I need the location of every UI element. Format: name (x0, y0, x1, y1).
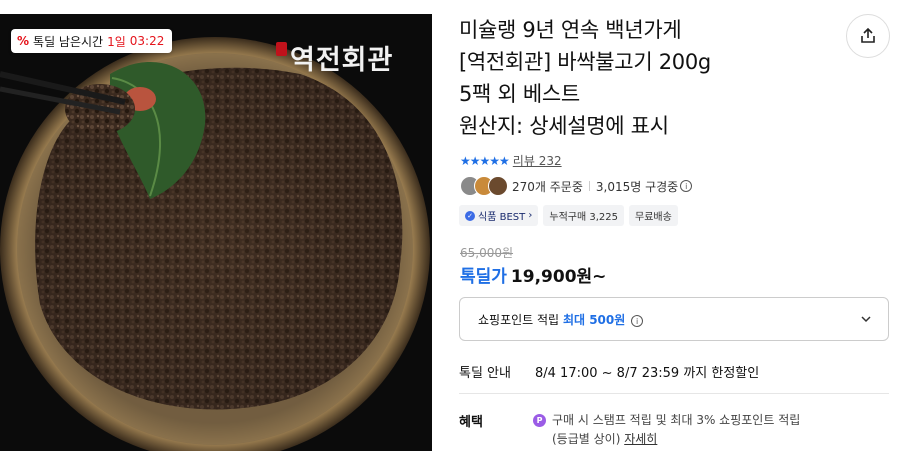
point-icon: P (533, 414, 546, 427)
info-icon[interactable]: i (680, 180, 693, 192)
benefit-line-2-wrap: (등급별 상이) 자세히 (552, 430, 800, 449)
divider (588, 181, 590, 191)
product-page: 역전회관 % 톡딜 남은시간 1일 03:22 미슐랭 9년 연속 백년가게 [… (0, 0, 913, 451)
percent-icon: % (17, 34, 30, 48)
detail-link[interactable]: 자세히 (624, 432, 657, 446)
section-divider (459, 393, 889, 394)
title-line-3: 5팩 외 베스트 (459, 82, 580, 106)
chevron-down-icon (861, 316, 871, 323)
rating-stars: ★★★★★ (460, 153, 510, 168)
sale-price: 19,900원~ (510, 267, 607, 287)
tag-label: 식품 BEST (478, 212, 526, 223)
deal-info-row: 톡딜 안내 8/4 17:00 ~ 8/7 23:59 까지 한정할인 (459, 362, 759, 381)
share-icon (861, 27, 875, 43)
tag-label: 무료배송 (635, 212, 672, 223)
avatar (488, 176, 508, 196)
deal-label: 톡딜 안내 (459, 366, 511, 381)
order-status-row: 270개 주문중 3,015명 구경중 i (460, 176, 693, 196)
best-badge-icon: ✓ (465, 210, 475, 221)
points-dropdown[interactable]: 쇼핑포인트 적립 최대 500원 i (459, 297, 889, 341)
timer-days: 1일 (107, 34, 126, 49)
benefit-content: P 구매 시 스탬프 적립 및 최대 3% 쇼핑포인트 적립 (등급별 상이) … (533, 411, 800, 449)
benefit-line-1: 구매 시 스탬프 적립 및 최대 3% 쇼핑포인트 적립 (552, 413, 801, 427)
share-button[interactable] (846, 14, 890, 58)
timer-time: 03:22 (129, 34, 165, 48)
tag-food-best[interactable]: ✓ 식품 BEST › (459, 205, 539, 226)
sale-price-row: 톡딜가 19,900원~ (460, 262, 606, 287)
buyer-avatars (460, 176, 508, 196)
brand-seal-icon (276, 42, 287, 56)
sale-label: 톡딜가 (460, 267, 507, 287)
deal-timer-badge: % 톡딜 남은시간 1일 03:22 (11, 29, 173, 53)
benefit-row: 혜택 P 구매 시 스탬프 적립 및 최대 3% 쇼핑포인트 적립 (등급별 상… (459, 411, 800, 449)
title-line-4: 원산지: 상세설명에 표시 (459, 114, 669, 138)
product-title: 미슐랭 9년 연속 백년가게 [역전회관] 바싹불고기 200g 5팩 외 베스… (459, 14, 889, 142)
info-icon[interactable]: i (631, 315, 644, 327)
tags-row: ✓ 식품 BEST › 누적구매 3,225 무료배송 (459, 205, 678, 226)
order-count: 270개 주문중 (512, 179, 583, 194)
tag-label: 누적구매 3,225 (549, 212, 619, 223)
viewer-count: 3,015명 구경중 (595, 179, 679, 194)
points-highlight: 최대 500원 (562, 312, 626, 327)
deal-period: 8/4 17:00 ~ 8/7 23:59 까지 한정할인 (535, 366, 760, 381)
points-text: 쇼핑포인트 적립 최대 500원 i (478, 311, 644, 328)
rating-row: ★★★★★ 리뷰 232 (460, 152, 562, 169)
tag-free-shipping: 무료배송 (629, 205, 678, 226)
original-price: 65,000원 (460, 246, 514, 260)
brand-logo: 역전회관 (290, 45, 394, 76)
product-image[interactable]: 역전회관 (0, 14, 432, 451)
review-link[interactable]: 리뷰 232 (513, 152, 562, 169)
points-prefix: 쇼핑포인트 적립 (478, 312, 560, 327)
title-line-2: [역전회관] 바싹불고기 200g (459, 50, 711, 74)
bulgogi-plate-illustration (0, 37, 430, 451)
title-line-1: 미슐랭 9년 연속 백년가게 (459, 18, 682, 42)
chevron-right-icon: › (525, 210, 533, 221)
timer-label: 톡딜 남은시간 (33, 34, 104, 49)
benefit-line-2: (등급별 상이) (552, 432, 621, 446)
benefit-label: 혜택 (459, 415, 483, 430)
tag-cumulative-purchase: 누적구매 3,225 (543, 205, 625, 226)
